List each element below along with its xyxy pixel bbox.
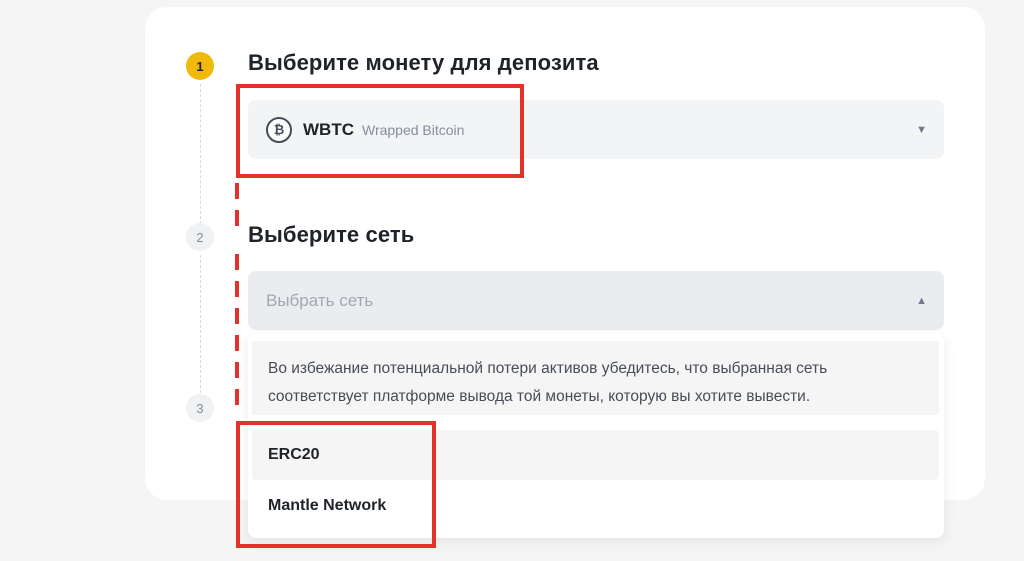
bitcoin-icon: ₿: [266, 116, 292, 143]
network-select[interactable]: Выбрать сеть ▲: [248, 271, 944, 330]
annotation-dash: [235, 254, 239, 270]
network-option-label: Mantle Network: [268, 497, 387, 514]
caret-down-icon: ▼: [916, 123, 927, 136]
step-connector: [200, 255, 201, 393]
step-2-number: 2: [196, 229, 204, 245]
coin-full-name: Wrapped Bitcoin: [361, 121, 465, 138]
annotation-dash: [235, 389, 239, 405]
coin-section-title: Выберите монету для депозита: [248, 50, 599, 75]
network-warning-notice: Во избежание потенциальной потери активо…: [252, 341, 939, 415]
annotation-dash: [235, 210, 239, 226]
annotation-dash: [235, 362, 239, 378]
step-2-badge: 2: [186, 223, 214, 251]
step-1-badge: 1: [186, 52, 214, 80]
step-3-number: 3: [196, 400, 204, 416]
caret-up-icon: ▲: [916, 294, 927, 307]
annotation-dash: [235, 308, 239, 324]
network-dropdown: Во избежание потенциальной потери активо…: [248, 333, 944, 538]
step-1-number: 1: [196, 58, 204, 74]
step-3-badge: 3: [186, 394, 214, 422]
network-section-title: Выберите сеть: [248, 222, 415, 247]
coin-ticker: WBTC: [303, 119, 354, 139]
annotation-dash: [235, 281, 239, 297]
step-connector: [200, 84, 201, 224]
annotation-dash: [235, 335, 239, 351]
network-option-erc20[interactable]: ERC20: [252, 430, 939, 480]
network-option-label: ERC20: [268, 446, 320, 463]
annotation-dash: [235, 183, 239, 199]
network-option-mantle[interactable]: Mantle Network: [252, 481, 939, 531]
network-select-placeholder: Выбрать сеть: [266, 290, 374, 310]
coin-select[interactable]: ₿ WBTC Wrapped Bitcoin ▼: [248, 100, 944, 159]
